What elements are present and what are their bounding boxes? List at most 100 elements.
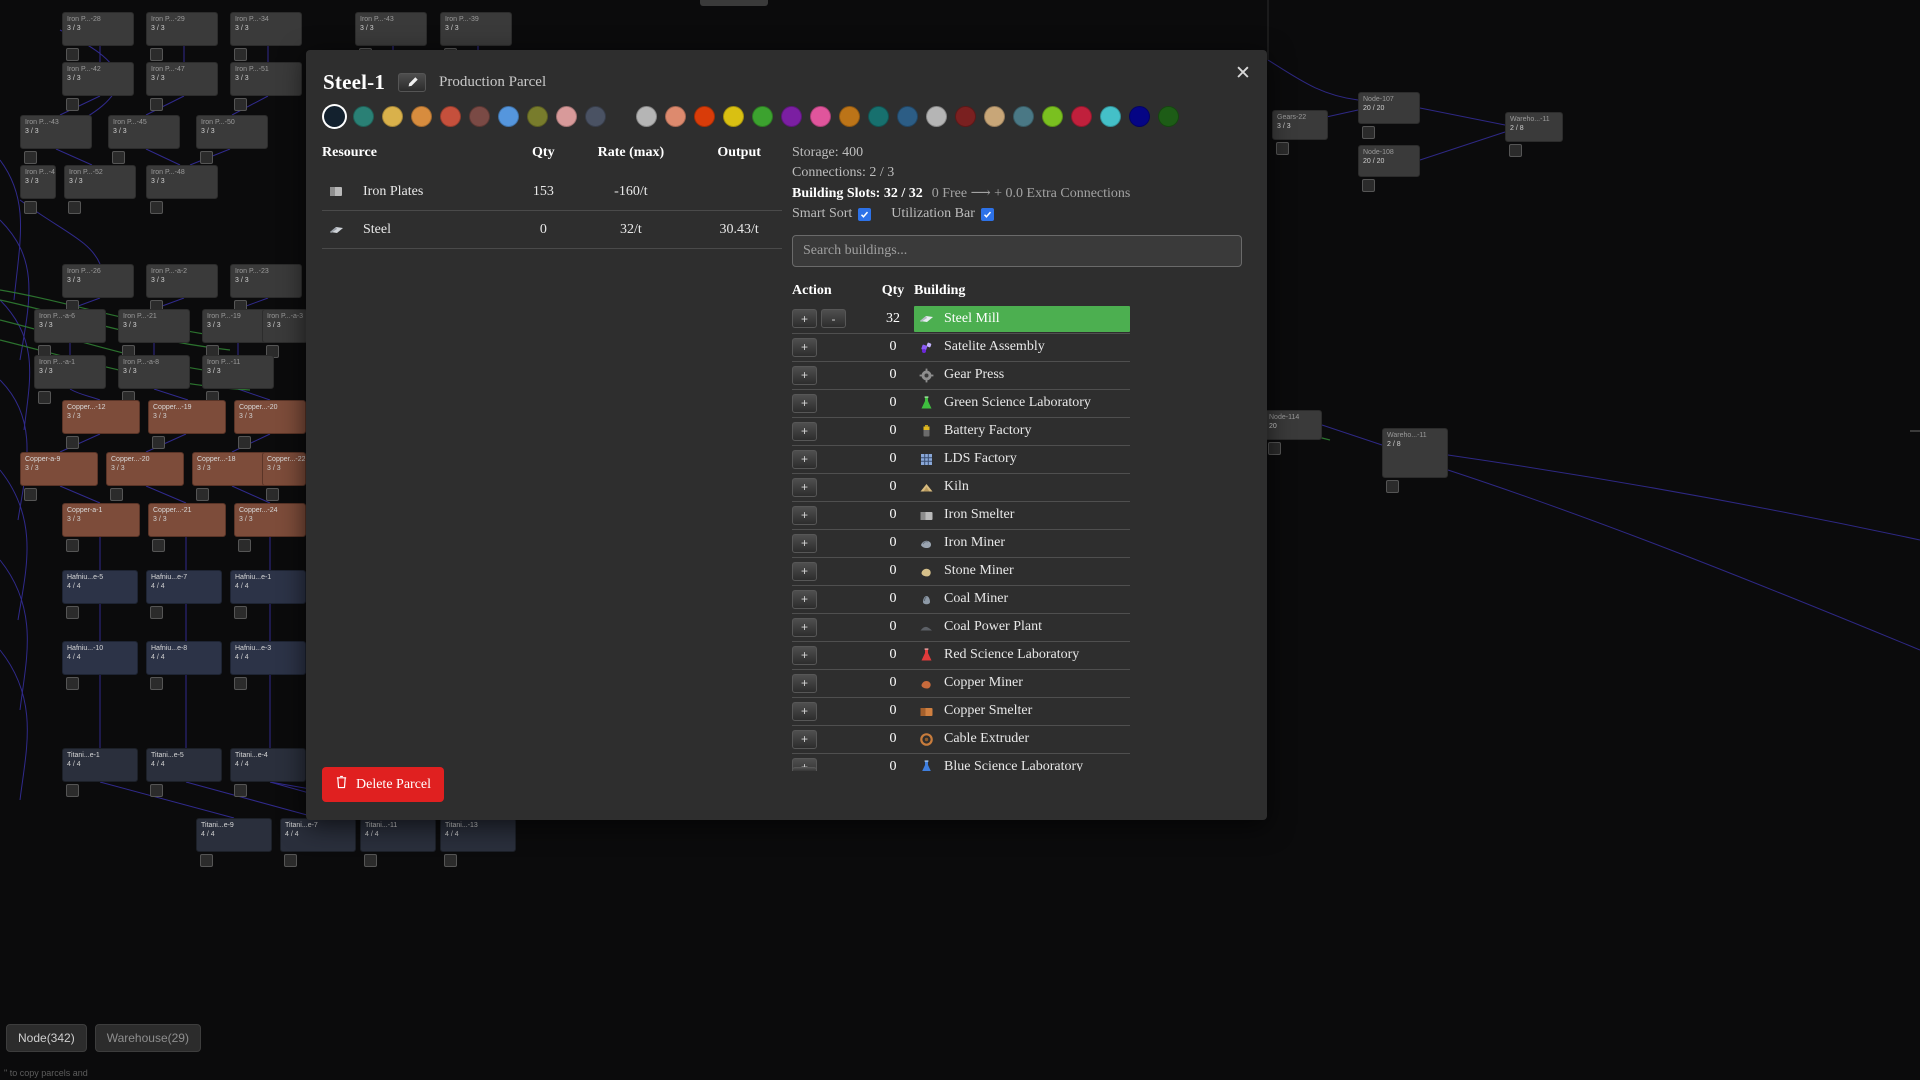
graph-node-port[interactable] (152, 539, 165, 552)
building-cell[interactable]: Iron Miner (914, 529, 1130, 557)
add-building-button[interactable]: + (792, 674, 817, 693)
building-cell[interactable]: Iron Smelter (914, 501, 1130, 529)
graph-node-port[interactable] (200, 151, 213, 164)
smart-sort-checkbox[interactable] (858, 208, 871, 221)
list-item[interactable]: +0Copper Smelter (792, 697, 1130, 725)
graph-node-port[interactable] (66, 606, 79, 619)
color-swatch[interactable] (1100, 106, 1121, 127)
buildings-list[interactable]: Action Qty Building +-32Steel Mill+0Sate… (792, 283, 1232, 771)
building-cell[interactable]: Kiln (914, 473, 1130, 501)
graph-node-port[interactable] (1362, 179, 1375, 192)
list-item[interactable]: +0Iron Miner (792, 529, 1130, 557)
list-item[interactable]: +0Gear Press (792, 361, 1130, 389)
graph-node[interactable]: Hafniu...-104 / 4 (62, 641, 138, 675)
color-swatch[interactable] (440, 106, 461, 127)
add-building-button[interactable]: + (792, 450, 817, 469)
graph-node-port[interactable] (38, 391, 51, 404)
graph-node-port[interactable] (66, 539, 79, 552)
graph-node-port[interactable] (234, 677, 247, 690)
graph-node-port[interactable] (66, 48, 79, 61)
graph-node-port[interactable] (1386, 480, 1399, 493)
graph-node-port[interactable] (238, 436, 251, 449)
graph-node[interactable]: Titani...-114 / 4 (360, 818, 436, 852)
color-swatch[interactable] (839, 106, 860, 127)
color-swatch[interactable] (665, 106, 686, 127)
building-cell[interactable]: LDS Factory (914, 445, 1130, 473)
graph-node[interactable]: Copper...-183 / 3 (192, 452, 270, 486)
graph-node[interactable]: Iron P...-a-23 / 3 (146, 264, 218, 298)
right-edge-handle[interactable] (1910, 430, 1920, 432)
color-swatch[interactable] (382, 106, 403, 127)
graph-node[interactable]: Iron P...-463 / 3 (20, 165, 56, 199)
graph-node[interactable]: Iron P...-433 / 3 (355, 12, 427, 46)
building-cell[interactable]: Blue Science Laboratory (914, 753, 1130, 771)
graph-node[interactable]: Iron P...-393 / 3 (440, 12, 512, 46)
graph-node[interactable]: Titani...-134 / 4 (440, 818, 516, 852)
graph-node[interactable]: Hafniu...e-34 / 4 (230, 641, 306, 675)
graph-node[interactable]: Copper...-123 / 3 (62, 400, 140, 434)
list-item[interactable]: +0Kiln (792, 473, 1130, 501)
graph-node-port[interactable] (150, 784, 163, 797)
graph-node[interactable]: Copper...-203 / 3 (234, 400, 306, 434)
color-swatch[interactable] (1129, 106, 1150, 127)
building-cell[interactable]: Cable Extruder (914, 725, 1130, 753)
building-cell[interactable]: Stone Miner (914, 557, 1130, 585)
graph-node[interactable]: Wareho...-112 / 8 (1382, 428, 1448, 478)
graph-node[interactable]: Iron P...-a-83 / 3 (118, 355, 190, 389)
graph-node-port[interactable] (24, 488, 37, 501)
graph-node[interactable]: Copper...-203 / 3 (106, 452, 184, 486)
graph-node[interactable]: Node-10820 / 20 (1358, 145, 1420, 177)
building-cell[interactable]: Red Science Laboratory (914, 641, 1130, 669)
color-swatch[interactable] (723, 106, 744, 127)
color-swatch[interactable] (752, 106, 773, 127)
graph-node-port[interactable] (234, 98, 247, 111)
node-count-button[interactable]: Node(342) (6, 1024, 87, 1052)
graph-node-port[interactable] (24, 151, 37, 164)
graph-node[interactable]: Gears-223 / 3 (1272, 110, 1328, 140)
graph-node-port[interactable] (196, 488, 209, 501)
add-building-button[interactable]: + (792, 394, 817, 413)
graph-node-port[interactable] (150, 48, 163, 61)
list-item[interactable]: +0Green Science Laboratory (792, 389, 1130, 417)
list-item[interactable]: +0Iron Smelter (792, 501, 1130, 529)
graph-node-port[interactable] (24, 201, 37, 214)
search-input[interactable] (792, 235, 1242, 267)
graph-node-port[interactable] (150, 98, 163, 111)
color-swatch[interactable] (636, 106, 657, 127)
remove-building-button[interactable]: - (821, 309, 846, 328)
graph-node[interactable]: Iron P...-523 / 3 (64, 165, 136, 199)
color-swatch[interactable] (868, 106, 889, 127)
add-building-button[interactable]: + (792, 534, 817, 553)
color-swatch[interactable] (353, 106, 374, 127)
building-cell[interactable]: Satelite Assembly (914, 333, 1130, 361)
add-building-button[interactable]: + (792, 366, 817, 385)
graph-node[interactable]: Iron P...-473 / 3 (146, 62, 218, 96)
list-item[interactable]: +0Battery Factory (792, 417, 1130, 445)
list-item[interactable]: +-32Steel Mill (792, 305, 1130, 333)
graph-node[interactable]: Iron P...-453 / 3 (108, 115, 180, 149)
graph-node[interactable]: Iron P...-283 / 3 (62, 12, 134, 46)
graph-node[interactable]: Iron P...-213 / 3 (118, 309, 190, 343)
graph-node-port[interactable] (68, 201, 81, 214)
graph-node[interactable]: Iron P...-433 / 3 (20, 115, 92, 149)
list-item[interactable]: +0Copper Miner (792, 669, 1130, 697)
building-cell[interactable]: Green Science Laboratory (914, 389, 1130, 417)
graph-node-port[interactable] (66, 98, 79, 111)
color-swatch[interactable] (1013, 106, 1034, 127)
graph-node-port[interactable] (364, 854, 377, 867)
graph-node-port[interactable] (266, 488, 279, 501)
graph-node[interactable]: Titani...e-94 / 4 (196, 818, 272, 852)
graph-node[interactable]: Titani...e-14 / 4 (62, 748, 138, 782)
graph-node[interactable]: Iron P...-233 / 3 (230, 264, 302, 298)
color-swatch[interactable] (527, 106, 548, 127)
building-cell[interactable]: Gear Press (914, 361, 1130, 389)
graph-node[interactable]: Copper...-243 / 3 (234, 503, 306, 537)
list-item[interactable]: +0Coal Power Plant (792, 613, 1130, 641)
building-cell[interactable]: Coal Power Plant (914, 613, 1130, 641)
list-item[interactable]: +0Coal Miner (792, 585, 1130, 613)
graph-node[interactable]: Copper...-193 / 3 (148, 400, 226, 434)
pencil-icon[interactable] (398, 73, 426, 92)
list-scroll-stub[interactable] (792, 767, 817, 771)
graph-node-port[interactable] (284, 854, 297, 867)
graph-node[interactable]: Iron P...-293 / 3 (146, 12, 218, 46)
